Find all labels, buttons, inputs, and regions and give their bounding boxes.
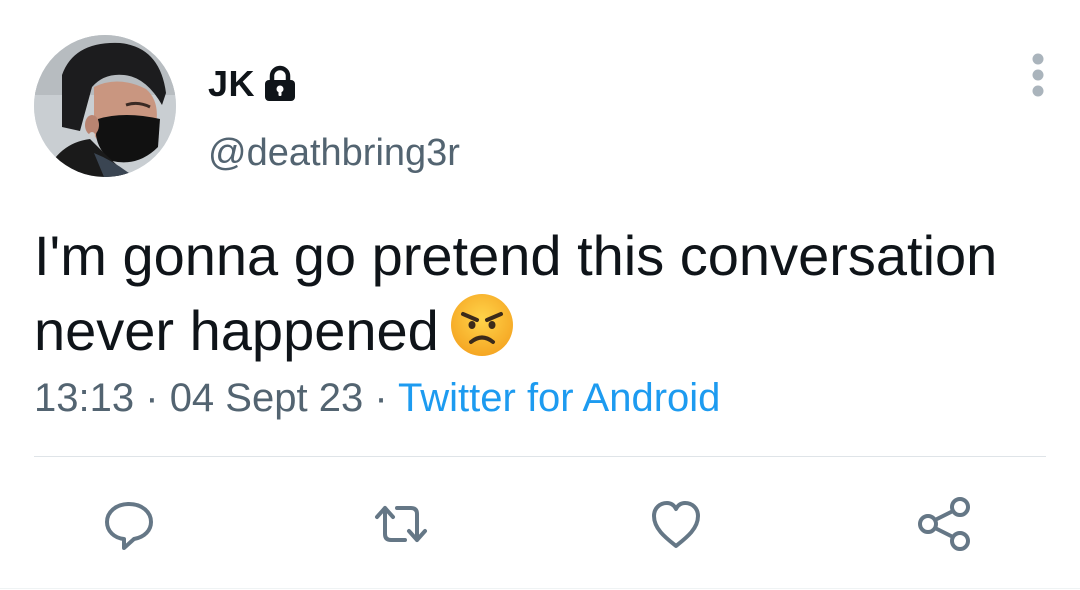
lock-icon <box>263 65 297 103</box>
bottom-divider <box>0 588 1080 589</box>
display-name-row[interactable]: JK <box>208 60 297 108</box>
tweet-card: JK @deathbring3r I'm gonna go pretend th… <box>0 0 1080 590</box>
like-button[interactable] <box>648 496 704 552</box>
angry-face-emoji <box>449 292 515 358</box>
retweet-icon <box>373 496 429 552</box>
share-button[interactable] <box>916 496 972 552</box>
avatar[interactable] <box>34 35 176 177</box>
user-handle[interactable]: @deathbring3r <box>208 132 460 175</box>
tweet-text-content: I'm gonna go pretend this conversation n… <box>34 224 998 362</box>
share-icon <box>916 496 972 552</box>
meta-separator: · <box>145 376 159 420</box>
tweet-meta: 13:13 · 04 Sept 23 · Twitter for Android <box>34 376 720 421</box>
divider <box>34 456 1046 457</box>
tweet-source-link[interactable]: Twitter for Android <box>398 376 720 420</box>
meta-separator: · <box>374 376 388 420</box>
tweet-date[interactable]: 04 Sept 23 <box>170 376 364 420</box>
tweet-text: I'm gonna go pretend this conversation n… <box>34 220 1024 367</box>
more-vertical-icon[interactable] <box>1020 52 1056 98</box>
like-icon <box>648 496 704 552</box>
reply-icon <box>101 496 157 552</box>
retweet-button[interactable] <box>373 496 429 552</box>
tweet-time[interactable]: 13:13 <box>34 376 134 420</box>
reply-button[interactable] <box>101 496 157 552</box>
display-name[interactable]: JK <box>208 63 255 105</box>
